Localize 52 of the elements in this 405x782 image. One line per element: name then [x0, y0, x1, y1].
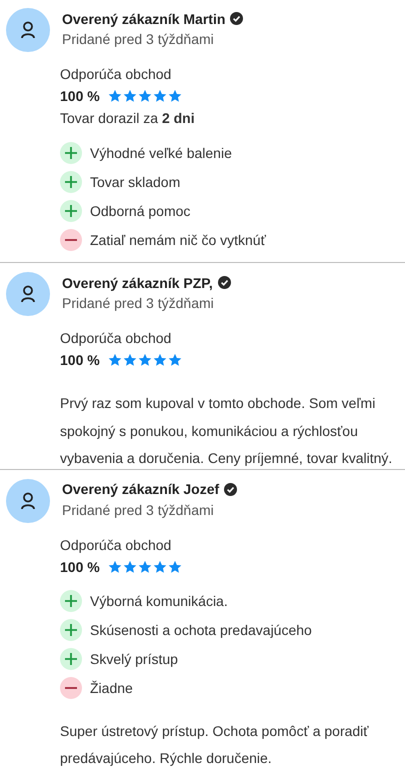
- review-date: Pridané pred 3 týždňami: [62, 294, 215, 313]
- review-text: Super ústretový prístup. Ochota pomôcť a poradiť predávajúceho. Rýchle doručenie.: [60, 722, 370, 768]
- star-icon: [152, 353, 167, 367]
- star-icon: [152, 560, 167, 574]
- plus-icon: [60, 619, 82, 641]
- star-icon: [108, 89, 122, 103]
- rating-percent: 100 %: [60, 88, 100, 104]
- star-icon: [138, 560, 152, 574]
- pro-item: Skúsenosti a ochota predavajúceho: [90, 622, 312, 638]
- minus-icon: [60, 228, 82, 250]
- con-item: Žiadne: [90, 680, 133, 696]
- reviewer-name: Overený zákazník Martin: [62, 10, 226, 26]
- plus-icon: [60, 142, 82, 164]
- star-icon: [122, 353, 137, 367]
- plus-icon: [60, 200, 82, 222]
- star-icon: [122, 560, 137, 574]
- star-icon: [108, 353, 122, 367]
- plus-icon: [60, 170, 82, 192]
- star-icon: [138, 353, 152, 367]
- verified-icon: [230, 12, 244, 25]
- rating-percent: 100 %: [60, 352, 100, 368]
- rating-percent: 100 %: [60, 558, 100, 574]
- star-icon: [168, 353, 182, 367]
- person-icon: [20, 492, 36, 510]
- person-icon: [20, 285, 36, 303]
- star-icon: [122, 89, 137, 103]
- reviewer-name: Overený zákazník PZP,: [62, 274, 213, 290]
- minus-icon: [60, 677, 82, 699]
- pro-item: Výhodné veľké balenie: [90, 144, 232, 160]
- con-item: Zatiaľ nemám nič čo vytknúť: [90, 232, 266, 248]
- pro-item: Tovar skladom: [90, 174, 180, 190]
- person-icon: [20, 21, 36, 39]
- plus-icon: [60, 590, 82, 612]
- pro-item: Výborná komunikácia.: [90, 593, 228, 609]
- recommend-label: Odporúča obchod: [60, 329, 172, 348]
- star-icon: [168, 560, 182, 574]
- delivery-time: Tovar dorazil za 2 dni: [60, 109, 195, 128]
- star-icon: [138, 89, 152, 103]
- review-date: Pridané pred 3 týždňami: [62, 500, 215, 520]
- recommend-label: Odporúča obchod: [60, 65, 172, 84]
- star-icon: [152, 89, 167, 103]
- pro-item: Skvelý prístup: [90, 651, 178, 667]
- review-text: Prvý raz som kupoval v tomto obchode. Som veľmi spokojný s ponukou, komunikáciou a rýchlosťou vybavenia a doručenia. Ceny príjemné, tovar kvalitný.: [60, 394, 394, 468]
- verified-icon: [224, 482, 238, 496]
- reviewer-name: Overený zákazník Jozef: [62, 481, 220, 497]
- plus-icon: [60, 648, 82, 670]
- review-date: Pridané pred 3 týždňami: [62, 30, 215, 49]
- star-icon: [168, 89, 182, 103]
- recommend-label: Odporúča obchod: [60, 536, 172, 555]
- verified-icon: [218, 276, 231, 289]
- pro-item: Odborná pomoc: [90, 202, 190, 218]
- star-icon: [108, 560, 122, 574]
